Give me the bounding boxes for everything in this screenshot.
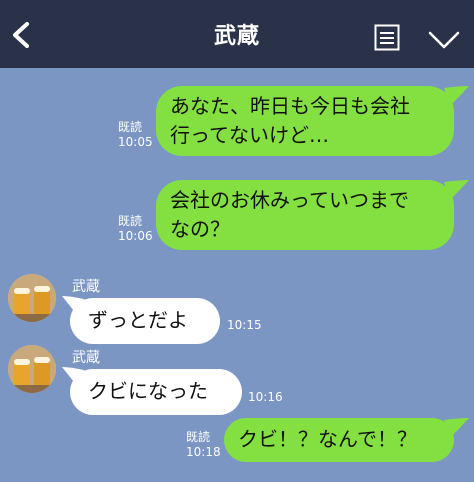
read-receipt: 既読 (118, 214, 143, 228)
beer-mug-icon (8, 274, 56, 322)
message-time: 10:05 (118, 135, 153, 149)
read-receipt: 既読 (118, 120, 143, 134)
message-time: 10:06 (118, 229, 153, 243)
message-meta: 既読 10:05 (118, 120, 153, 150)
message-meta: 既読 10:06 (118, 214, 153, 244)
outgoing-message-bubble[interactable]: クビ！？なんで！？ (224, 418, 454, 462)
message-time: 10:15 (227, 318, 262, 332)
bubble-tail (444, 86, 469, 106)
message-text-line: なの？ (170, 217, 230, 241)
chevron-down-icon[interactable] (428, 30, 460, 50)
notes-icon[interactable] (374, 24, 400, 51)
outgoing-message-bubble[interactable]: あなた、昨日も今日も会社 行ってないけど… (156, 86, 454, 156)
message-time: 10:16 (248, 390, 283, 404)
bubble-tail (444, 180, 469, 200)
sender-name: 武蔵 (72, 350, 100, 366)
message-text-line: 行ってないけど… (170, 123, 329, 147)
message-text-line: 会社のお休みっていつまで (170, 188, 409, 212)
outgoing-message-bubble[interactable]: 会社のお休みっていつまで なの？ (156, 180, 454, 250)
bubble-tail (444, 418, 469, 438)
sender-name: 武蔵 (72, 279, 100, 295)
avatar[interactable] (8, 274, 56, 322)
incoming-message-bubble[interactable]: ずっとだよ (70, 298, 220, 344)
beer-mug-icon (8, 345, 56, 393)
read-receipt: 既読 (186, 430, 211, 444)
chat-title: 武蔵 (213, 24, 260, 49)
message-text: クビ！？なんで！？ (238, 427, 417, 451)
message-text: クビになった (88, 379, 208, 403)
avatar[interactable] (8, 345, 56, 393)
message-meta: 既読 10:18 (186, 430, 221, 460)
message-time: 10:18 (186, 445, 221, 459)
chat-header: 武蔵 (0, 0, 474, 68)
incoming-message-bubble[interactable]: クビになった (70, 369, 242, 415)
message-text-line: あなた、昨日も今日も会社 (170, 94, 410, 118)
message-text: ずっとだよ (88, 308, 188, 332)
